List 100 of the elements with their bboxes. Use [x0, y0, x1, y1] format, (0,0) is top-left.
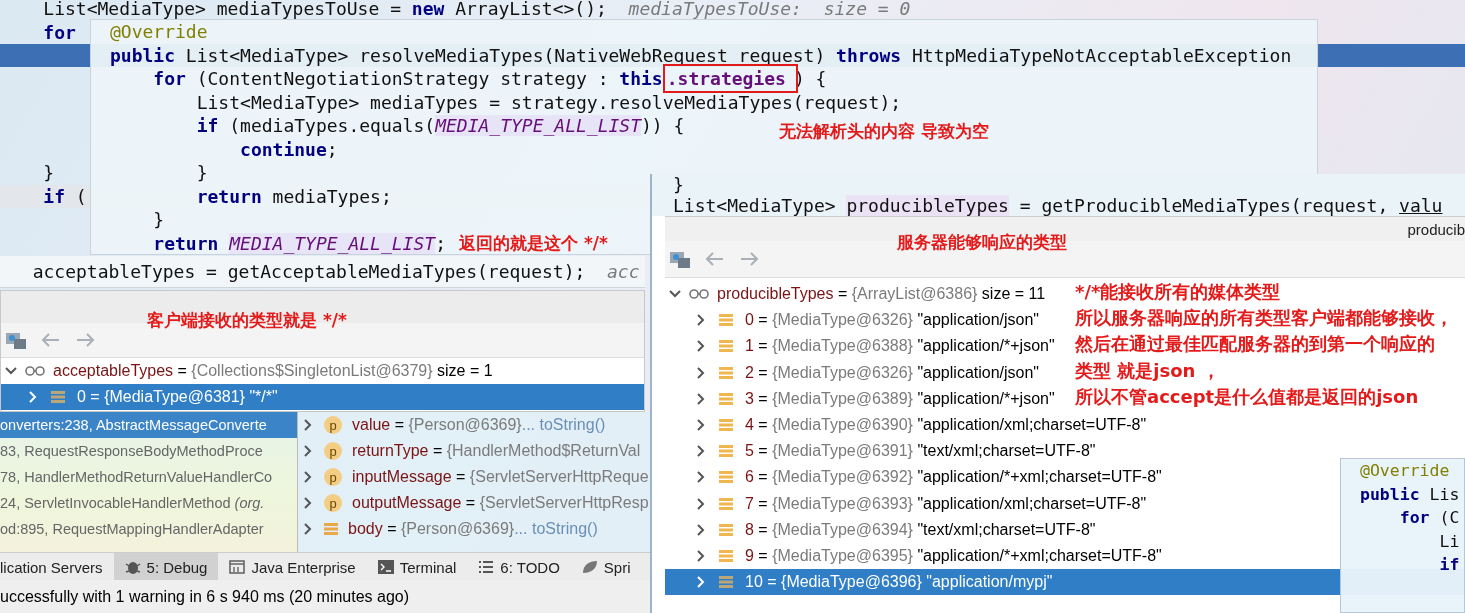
code-text: if ( — [42, 184, 87, 209]
status-text: uccessfully with 1 warning in 6 s 940 ms (20 minutes ago) — [0, 587, 410, 606]
code-text: List<MediaType> producibleTypes = getProducibleMediaTypes(request, valu — [673, 194, 1443, 218]
tool-tab[interactable]: Spri — [570, 553, 642, 581]
chevron-right-icon[interactable] — [695, 366, 707, 379]
chevron-right-icon[interactable] — [695, 340, 707, 353]
field-icon — [719, 339, 733, 354]
stack-frame[interactable]: 83, RequestResponseBodyMethodProce — [0, 438, 263, 464]
glasses-icon — [689, 288, 709, 301]
chevron-right-icon[interactable] — [695, 419, 707, 432]
stack-frame[interactable]: od:895, RequestMappingHandlerAdapter — [0, 516, 264, 542]
popup-title: producib — [1407, 220, 1465, 238]
variable-entry: 10 = {MediaType@6396} "application/mypj" — [745, 573, 1053, 592]
variable-entry: 9 = {MediaType@6395} "application/*+xml;charset=UTF-8" — [745, 546, 1162, 565]
variable-entry: outputMessage = {ServletServerHttpResp — [352, 494, 649, 512]
code-text: public List<MediaType> resolveMediaTypes(NativeWebRequest request) throws HttpMediaTypeNotAcceptableException — [110, 43, 1292, 67]
frames-icon[interactable] — [5, 330, 27, 350]
tree-row[interactable]: acceptableTypes = {Collections$SingletonList@6379} size = 1 — [1, 358, 493, 384]
chevron-right-icon[interactable] — [302, 523, 314, 535]
variable-entry: 0 = {MediaType@6381} "*/*" — [77, 388, 278, 406]
variable-entry: 5 = {MediaType@6391} "text/xml;charset=UTF-8" — [745, 442, 1096, 461]
chevron-down-icon[interactable] — [5, 365, 17, 377]
variable-entry: 6 = {MediaType@6392} "application/*+xml;charset=UTF-8" — [745, 468, 1162, 487]
tree-row[interactable]: 6 = {MediaType@6392} "application/*+xml;charset=UTF-8" — [665, 464, 1162, 491]
code-text: for (C — [1398, 507, 1460, 529]
tree-row[interactable]: 3 = {MediaType@6389} "application/*+json" — [665, 385, 1055, 412]
stack-frame[interactable]: 78, HandlerMethodReturnValueHandlerCo — [0, 464, 273, 490]
chevron-right-icon[interactable] — [695, 549, 707, 562]
code-text: if (mediaTypes.equals(MEDIA_TYPE_ALL_LIST)) { — [195, 114, 685, 138]
variable-entry: value = {Person@6369}... toString() — [352, 416, 606, 434]
field-icon — [719, 391, 733, 406]
variable-entry: 1 = {MediaType@6388} "application/*+json" — [745, 337, 1055, 356]
chevron-right-icon[interactable] — [302, 419, 314, 431]
tool-tab[interactable]: 5: Debug — [113, 553, 219, 581]
stack-frame[interactable]: onverters:238, AbstractMessageConverte — [0, 412, 297, 438]
variable-entry: 0 = {MediaType@6326} "application/json" — [745, 311, 1040, 330]
annotation-note: 服务器能够响应的类型 — [897, 231, 1067, 254]
variable-entry: 8 = {MediaType@6394} "text/xml;charset=UTF-8" — [745, 520, 1096, 539]
tree-row[interactable]: 0 = {MediaType@6381} "*/*" — [1, 384, 644, 410]
tree-row[interactable]: 4 = {MediaType@6390} "application/xml;charset=UTF-8" — [665, 411, 1147, 439]
field-icon — [324, 522, 338, 536]
tool-tab[interactable]: Java Enterprise — [218, 553, 367, 581]
annotation-note: 无法解析头的内容 导致为空 — [779, 120, 989, 143]
variable-entry: 3 = {MediaType@6389} "application/*+json" — [745, 389, 1055, 408]
parameter-icon: p — [324, 442, 342, 460]
chevron-right-icon[interactable] — [695, 523, 707, 536]
chevron-right-icon[interactable] — [27, 391, 39, 403]
variable-entry: acceptableTypes = {Collections$SingletonList@6379} size = 1 — [53, 362, 493, 380]
tree-row[interactable]: 8 = {MediaType@6394} "text/xml;charset=UTF-8" — [665, 516, 1096, 543]
chevron-right-icon[interactable] — [695, 576, 707, 589]
tool-tab[interactable]: 6: TODO — [467, 553, 571, 581]
chevron-right-icon[interactable] — [302, 471, 314, 483]
code-text: } — [152, 208, 165, 232]
field-icon — [719, 575, 733, 590]
variable-entry: 4 = {MediaType@6390} "application/xml;charset=UTF-8" — [745, 416, 1147, 435]
code-text: List<MediaType> mediaTypes = strategy.resolveMediaTypes(request); — [195, 90, 902, 114]
code-text: for — [42, 20, 76, 45]
tree-row[interactable]: producibleTypes = {ArrayList@6386} size = 11 — [665, 281, 1046, 308]
tree-row[interactable]: 2 = {MediaType@6326} "application/json" — [665, 359, 1040, 386]
terminal-icon — [377, 560, 394, 574]
tree-row[interactable]: 5 = {MediaType@6391} "text/xml;charset=UTF-8" — [665, 438, 1096, 465]
chevron-right-icon[interactable] — [695, 392, 707, 405]
field-icon — [719, 548, 733, 563]
parameter-icon: p — [324, 468, 342, 486]
bug-icon — [124, 559, 141, 575]
stack-frame[interactable]: 24, ServletInvocableHandlerMethod (org. — [0, 490, 265, 516]
field-icon — [719, 496, 733, 511]
parameter-icon: p — [324, 494, 342, 512]
code-text: } — [42, 161, 55, 185]
variable-entry: body = {Person@6369}... toString() — [348, 520, 598, 538]
annotation-note: 客户端接收的类型就是 */* — [147, 309, 347, 332]
code-text: @Override — [110, 20, 208, 44]
tool-tab[interactable]: Terminal — [366, 553, 468, 581]
tree-row[interactable]: 0 = {MediaType@6326} "application/json" — [665, 307, 1040, 334]
chevron-right-icon[interactable] — [695, 445, 707, 458]
tree-row[interactable]: 9 = {MediaType@6395} "application/*+xml;charset=UTF-8" — [665, 542, 1162, 570]
chevron-right-icon[interactable] — [302, 445, 314, 457]
variable-entry: 7 = {MediaType@6393} "application/xml;charset=UTF-8" — [745, 494, 1147, 513]
code-text: continue; — [239, 137, 338, 161]
leaf-icon — [581, 560, 598, 574]
tree-row[interactable]: 1 = {MediaType@6388} "application/*+json" — [665, 333, 1055, 360]
code-text: return mediaTypes; — [195, 184, 392, 208]
code-text: public Lis — [1360, 483, 1460, 506]
tree-row[interactable]: 7 = {MediaType@6393} "application/xml;charset=UTF-8" — [665, 490, 1147, 517]
code-text: } — [673, 172, 684, 197]
field-icon — [719, 418, 733, 433]
window-icon — [229, 560, 246, 574]
field-icon — [719, 470, 733, 485]
glasses-icon — [25, 365, 45, 377]
tool-tab[interactable]: lication Servers — [0, 553, 114, 581]
code-text: Li — [1438, 530, 1460, 553]
chevron-right-icon[interactable] — [695, 471, 707, 484]
chevron-right-icon[interactable] — [302, 497, 314, 509]
code-text: List<MediaType> mediaTypesToUse = new ArrayList<>(); mediaTypesToUse: size = 0 — [42, 0, 911, 21]
code-text: acceptableTypes = getAcceptableMediaTypes(request); acc — [31, 261, 640, 282]
field-icon — [719, 313, 733, 328]
chevron-right-icon[interactable] — [695, 497, 707, 510]
chevron-right-icon[interactable] — [695, 314, 707, 327]
frames-icon[interactable] — [669, 249, 691, 269]
code-text: @Override — [1360, 460, 1450, 482]
